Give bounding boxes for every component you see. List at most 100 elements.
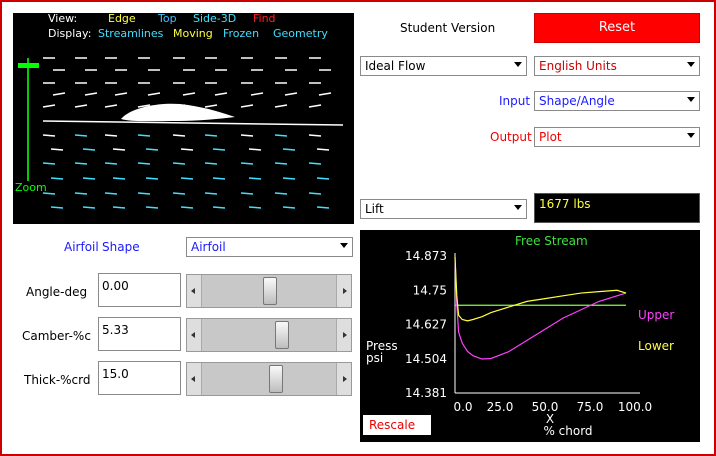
- streamline-mark: [180, 206, 194, 209]
- streamline-mark: [248, 206, 262, 209]
- thick-label: Thick-%crd: [24, 373, 91, 387]
- airfoil-label: Airfoil: [64, 240, 99, 254]
- chevron-down-icon: [340, 243, 348, 248]
- angle-slider-left[interactable]: [187, 275, 202, 307]
- streamline-mark: [316, 177, 330, 180]
- streamline-mark: [204, 192, 218, 195]
- camber-slider-left[interactable]: [187, 319, 202, 351]
- streamline-mark: [114, 92, 128, 96]
- streamline-mark: [212, 148, 226, 151]
- result-type-value: Lift: [365, 202, 384, 216]
- view-find-option[interactable]: Find: [253, 12, 276, 25]
- rescale-label: Rescale: [369, 418, 416, 432]
- thick-slider-right[interactable]: [336, 363, 351, 395]
- units-select[interactable]: English Units: [534, 56, 700, 76]
- streamline-mark: [145, 206, 159, 209]
- streamline-mark: [318, 92, 332, 96]
- camber-slider-right[interactable]: [336, 319, 351, 351]
- streamline-mark: [250, 92, 264, 96]
- streamline-mark: [74, 162, 88, 165]
- camber-value: 5.33: [102, 323, 129, 337]
- streamline-mark: [82, 206, 96, 209]
- angle-slider[interactable]: [186, 274, 352, 308]
- streamline-mark: [104, 162, 118, 165]
- streamline-mark: [112, 148, 126, 151]
- zoom-label: Zoom: [15, 181, 47, 194]
- streamline-mark: [248, 177, 262, 180]
- streamline-mark: [240, 104, 254, 108]
- view-side3d-option[interactable]: Side-3D: [193, 12, 236, 25]
- streamline-mark: [82, 177, 96, 180]
- flow-type-value: Ideal Flow: [365, 59, 426, 73]
- chord-streamline: [42, 120, 344, 126]
- streamline-mark: [240, 162, 254, 165]
- reset-label: Reset: [598, 20, 636, 35]
- camber-input[interactable]: 5.33: [98, 317, 181, 351]
- angle-input[interactable]: 0.00: [98, 273, 181, 307]
- view-label: View:: [48, 12, 78, 25]
- result-value-box: 1677 lbs: [534, 193, 700, 223]
- thick-slider[interactable]: [186, 362, 352, 396]
- streamline-mark: [180, 148, 194, 151]
- streamline-mark: [240, 134, 254, 137]
- streamline-mark: [112, 177, 126, 180]
- thick-value: 15.0: [102, 367, 129, 381]
- camber-slider-thumb[interactable]: [275, 321, 289, 349]
- lower-legend-label: Lower: [638, 339, 674, 353]
- display-moving-option[interactable]: Moving: [173, 27, 213, 40]
- streamline-mark: [182, 92, 196, 96]
- flow-view-panel[interactable]: View: Edge Top Side-3D Find Display: Str…: [13, 12, 354, 224]
- streamline-mark: [212, 177, 226, 180]
- result-type-select[interactable]: Lift: [360, 199, 527, 219]
- input-select[interactable]: Shape/Angle: [534, 91, 700, 111]
- chevron-down-icon: [514, 62, 522, 67]
- streamline-mark: [284, 92, 298, 96]
- streamline-mark: [50, 206, 64, 209]
- camber-slider[interactable]: [186, 318, 352, 352]
- streamline-mark: [74, 134, 88, 137]
- flow-type-select[interactable]: Ideal Flow: [360, 56, 527, 76]
- streamline-mark: [214, 92, 228, 96]
- streamline-mark: [308, 192, 322, 195]
- angle-slider-right[interactable]: [336, 275, 351, 307]
- input-label: Input: [499, 94, 531, 108]
- y-tick-label: 14.873: [405, 249, 447, 263]
- streamline-mark: [137, 162, 151, 165]
- x-axis-unit: % chord: [543, 424, 592, 438]
- thick-slider-left[interactable]: [187, 363, 202, 395]
- x-tick-label: 0.0: [453, 400, 472, 414]
- reset-button[interactable]: Reset: [534, 13, 700, 43]
- streamline-mark: [52, 92, 66, 96]
- shape-select[interactable]: Airfoil: [186, 237, 353, 257]
- streamline-mark: [204, 104, 218, 108]
- streamline-mark: [204, 162, 218, 165]
- view-top-option[interactable]: Top: [158, 12, 177, 25]
- view-edge-option[interactable]: Edge: [108, 12, 136, 25]
- rescale-button[interactable]: Rescale: [363, 415, 431, 435]
- display-frozen-option[interactable]: Frozen: [223, 27, 259, 40]
- display-geometry-option[interactable]: Geometry: [273, 27, 328, 40]
- thick-slider-thumb[interactable]: [269, 365, 283, 393]
- streamline-mark: [212, 206, 226, 209]
- thick-input[interactable]: 15.0: [98, 361, 181, 395]
- streamline-mark: [248, 148, 262, 151]
- x-tick-label: 75.0: [577, 400, 604, 414]
- streamline-mark: [137, 192, 151, 195]
- shape-label: Shape: [102, 240, 140, 254]
- arrow-left-icon: [191, 288, 195, 294]
- angle-slider-thumb[interactable]: [263, 277, 277, 305]
- chevron-down-icon: [687, 133, 695, 138]
- shape-select-value: Airfoil: [191, 240, 226, 254]
- camber-label: Camber-%c: [22, 329, 91, 343]
- streamline-mark: [74, 104, 88, 108]
- y-axis-unit: psi: [366, 351, 383, 365]
- streamline-mark: [147, 92, 161, 96]
- streamline-mark: [172, 134, 186, 137]
- streamline-mark: [274, 162, 288, 165]
- output-label: Output: [490, 130, 532, 144]
- output-select[interactable]: Plot: [534, 127, 700, 147]
- angle-value: 0.00: [102, 279, 129, 293]
- display-streamlines-option[interactable]: Streamlines: [98, 27, 163, 40]
- streamline-mark: [112, 206, 126, 209]
- streamline-mark: [104, 134, 118, 137]
